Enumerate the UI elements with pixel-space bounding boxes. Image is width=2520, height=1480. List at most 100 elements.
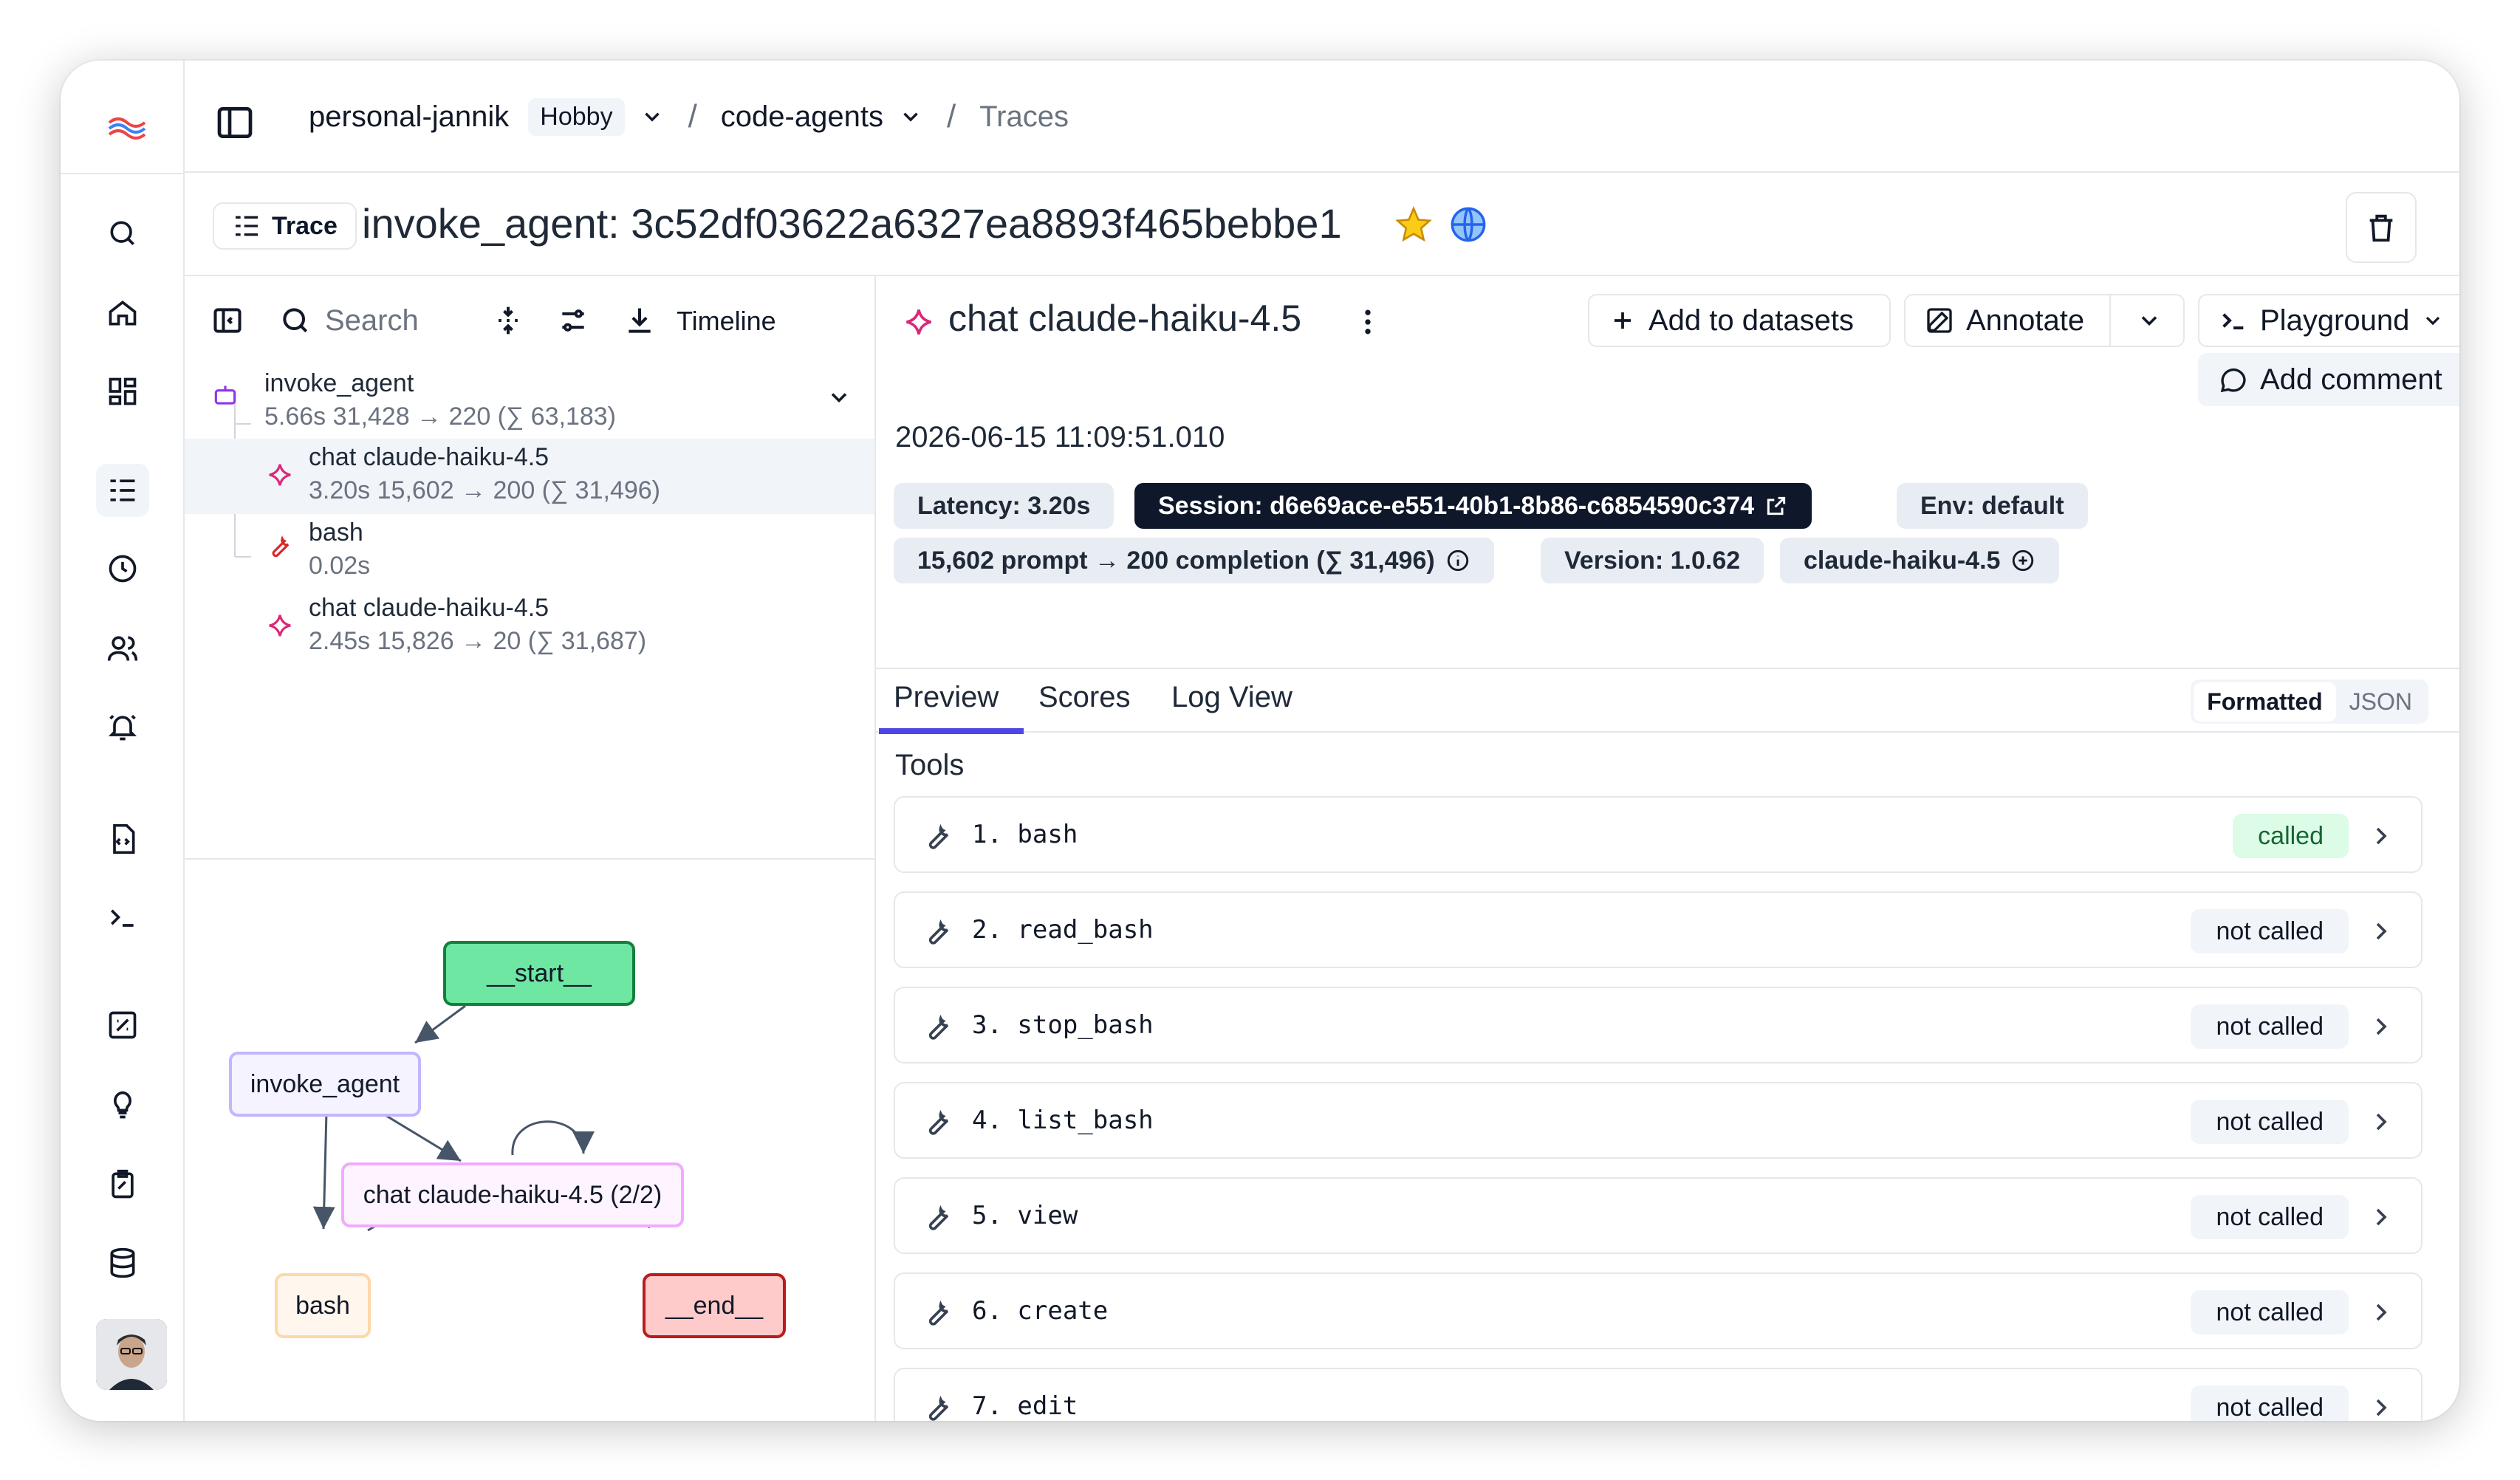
datasets-database-icon[interactable] — [96, 1236, 149, 1289]
graph-node-start[interactable]: __start__ — [443, 941, 635, 1006]
model-badge-label: claude-haiku-4.5 — [1804, 546, 2001, 575]
plus-circle-icon — [2013, 549, 2034, 572]
info-icon[interactable] — [1445, 548, 1470, 573]
breadcrumb-org[interactable]: personal-jannik — [309, 100, 509, 134]
tree-toolbar: Search Timeline — [185, 276, 874, 363]
tree-node-chat-2[interactable]: chat claude-haiku-4.5 2.45s 15,826 → 20 … — [185, 589, 874, 663]
chevron-down-icon[interactable] — [826, 384, 852, 411]
tool-row[interactable]: 3. stop_bash not called — [894, 987, 2423, 1063]
tool-row[interactable]: 1. bash called — [894, 796, 2423, 873]
tree-node-bash[interactable]: bash 0.02s — [185, 514, 874, 588]
graph-node-label: bash — [295, 1292, 350, 1320]
settings-sliders-icon[interactable] — [557, 304, 589, 337]
sidebar-toggle-icon[interactable] — [214, 102, 256, 143]
chevron-right-icon[interactable] — [2366, 821, 2396, 851]
collapse-all-icon[interactable] — [492, 304, 524, 337]
tool-status-badge: not called — [2191, 1290, 2349, 1335]
add-comment-button[interactable]: Add comment — [2198, 353, 2459, 406]
app-window: personal-jannik Hobby / code-agents / Tr… — [61, 61, 2459, 1421]
icon-rail — [61, 61, 185, 1421]
home-icon[interactable] — [96, 287, 149, 340]
download-icon[interactable] — [623, 304, 656, 337]
search-icon[interactable] — [279, 304, 312, 337]
graph-node-label: __end__ — [665, 1292, 764, 1320]
wrench-icon — [928, 1205, 949, 1230]
tool-name: 7. edit — [972, 1391, 1078, 1421]
tool-status-badge: not called — [2191, 1195, 2349, 1239]
trace-pill-label: Trace — [272, 211, 338, 240]
user-avatar[interactable] — [96, 1319, 167, 1390]
session-badge[interactable]: Session: d6e69ace-e551-40b1-8b86-c685459… — [1134, 483, 1812, 529]
chevron-down-icon[interactable] — [640, 104, 665, 129]
tree-node-meta: 5.66s 31,428 → 220 (∑ 63,183) — [264, 402, 616, 431]
breadcrumb-project[interactable]: code-agents — [721, 100, 883, 134]
tree-node-meta: 2.45s 15,826 → 20 (∑ 31,687) — [309, 627, 647, 655]
timeline-toggle[interactable]: Timeline — [677, 306, 776, 337]
model-badge[interactable]: claude-haiku-4.5 — [1780, 538, 2060, 583]
users-icon[interactable] — [96, 622, 149, 675]
graph-node-invoke-agent[interactable]: invoke_agent — [229, 1052, 421, 1117]
traces-icon[interactable] — [96, 464, 149, 517]
chevron-right-icon[interactable] — [2366, 1298, 2396, 1327]
chevron-down-icon — [2426, 316, 2440, 326]
graph-node-label: chat claude-haiku-4.5 (2/2) — [363, 1181, 662, 1209]
chevron-down-icon[interactable] — [2136, 307, 2163, 334]
chevron-right-icon[interactable] — [2366, 1107, 2396, 1137]
sessions-clock-icon[interactable] — [96, 542, 149, 595]
tool-row[interactable]: 4. list_bash not called — [894, 1082, 2423, 1159]
add-to-datasets-button[interactable]: Add to datasets — [1588, 294, 1891, 347]
playground-terminal-icon[interactable] — [96, 891, 149, 944]
graph-node-end[interactable]: __end__ — [643, 1273, 786, 1338]
chevron-right-icon[interactable] — [2366, 1012, 2396, 1041]
tab-preview[interactable]: Preview — [894, 681, 999, 714]
more-vertical-icon[interactable] — [1352, 306, 1384, 338]
latency-badge: Latency: 3.20s — [894, 483, 1115, 529]
trace-type-pill: Trace — [213, 202, 357, 250]
tool-row[interactable]: 7. edit not called — [894, 1368, 2423, 1421]
format-formatted-option[interactable]: Formatted — [2194, 682, 2336, 722]
tools-heading: Tools — [895, 749, 965, 781]
chevron-down-icon[interactable] — [898, 104, 923, 129]
delete-button[interactable] — [2346, 192, 2417, 263]
add-comment-label: Add comment — [2260, 363, 2442, 396]
playground-label: Playground — [2260, 304, 2410, 337]
wrench-icon — [272, 535, 290, 558]
observation-timestamp: 2026-06-15 11:09:51.010 — [895, 421, 1225, 453]
tree-search-input[interactable]: Search — [325, 304, 419, 338]
graph-node-bash[interactable]: bash — [275, 1273, 371, 1338]
chevron-right-icon[interactable] — [2366, 1202, 2396, 1232]
search-icon[interactable] — [96, 207, 149, 260]
tool-row[interactable]: 6. create not called — [894, 1272, 2423, 1349]
plan-badge: Hobby — [528, 97, 625, 136]
annotation-queue-icon[interactable] — [96, 1158, 149, 1211]
tool-row[interactable]: 5. view not called — [894, 1177, 2423, 1254]
comment-icon — [2220, 368, 2246, 393]
alerts-bell-icon[interactable] — [96, 700, 149, 753]
chevron-right-icon[interactable] — [2366, 917, 2396, 946]
tool-row[interactable]: 2. read_bash not called — [894, 891, 2423, 968]
chevron-right-icon[interactable] — [2366, 1393, 2396, 1421]
scores-icon[interactable] — [96, 998, 149, 1052]
version-badge: Version: 1.0.62 — [1541, 538, 1764, 583]
collapse-panel-icon[interactable] — [211, 304, 244, 337]
lightbulb-icon[interactable] — [96, 1078, 149, 1131]
tool-status-badge: not called — [2191, 1100, 2349, 1144]
dashboard-icon[interactable] — [96, 365, 149, 418]
playground-button[interactable]: Playground — [2198, 294, 2459, 347]
tree-node-invoke-agent[interactable]: invoke_agent 5.66s 31,428 → 220 (∑ 63,18… — [185, 365, 874, 439]
sparkle-icon — [269, 614, 291, 637]
tool-name: 5. view — [972, 1201, 1078, 1230]
tab-scores[interactable]: Scores — [1038, 681, 1131, 714]
langfuse-logo-icon[interactable] — [106, 114, 148, 143]
format-json-option[interactable]: JSON — [2336, 682, 2425, 722]
star-icon[interactable] — [1394, 205, 1433, 244]
annotate-button[interactable]: Annotate — [1904, 294, 2185, 347]
prompts-file-icon[interactable] — [96, 812, 149, 866]
breadcrumb-separator: / — [688, 98, 697, 134]
globe-icon[interactable] — [1449, 205, 1487, 244]
rail-divider — [61, 173, 185, 174]
tree-node-chat-1[interactable]: chat claude-haiku-4.5 3.20s 15,602 → 200… — [185, 439, 874, 514]
tab-log-view[interactable]: Log View — [1171, 681, 1292, 714]
breadcrumb-page[interactable]: Traces — [979, 100, 1069, 134]
graph-node-chat[interactable]: chat claude-haiku-4.5 (2/2) — [341, 1162, 684, 1227]
